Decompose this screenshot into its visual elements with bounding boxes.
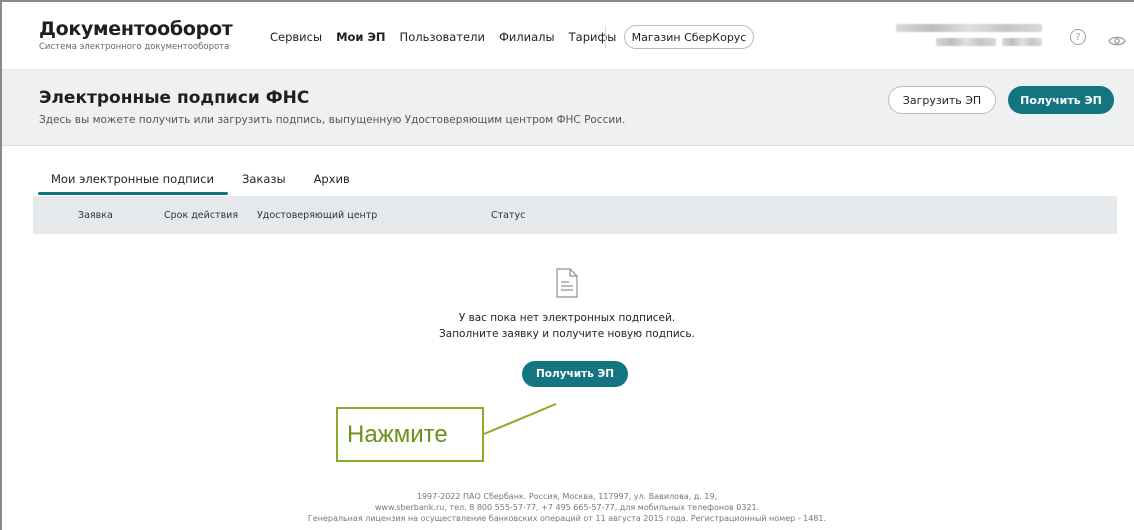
footer: 1997-2022 ПАО Сбербанк. Россия, Москва, … bbox=[0, 491, 1134, 524]
tabs: Мои электронные подписи Заказы Архив bbox=[38, 172, 364, 195]
empty-state-message: У вас пока нет электронных подписей. bbox=[458, 312, 676, 324]
logo-subtitle: Система электронного документооборота bbox=[39, 42, 230, 52]
logo[interactable]: Документооборот Система электронного док… bbox=[39, 18, 233, 52]
column-header-status[interactable]: Статус bbox=[491, 210, 525, 221]
footer-line-address: 1997-2022 ПАО Сбербанк. Россия, Москва, … bbox=[416, 492, 718, 501]
get-signature-button[interactable]: Получить ЭП bbox=[1008, 86, 1114, 114]
table-header: Заявка Срок действия Удостоверяющий цент… bbox=[33, 196, 1117, 234]
nav-item-branches[interactable]: Филиалы bbox=[499, 30, 555, 44]
nav-item-tariffs[interactable]: Тарифы bbox=[569, 30, 617, 44]
tab-orders[interactable]: Заказы bbox=[228, 172, 300, 195]
nav-item-users[interactable]: Пользователи bbox=[400, 30, 485, 44]
annotation-callout: Нажмите bbox=[336, 407, 484, 462]
empty-state-hint: Заполните заявку и получите новую подпис… bbox=[439, 328, 695, 340]
tab-my-signatures[interactable]: Мои электронные подписи bbox=[38, 172, 228, 195]
logo-title: Документооборот bbox=[39, 18, 233, 40]
shop-button[interactable]: Магазин СберКорус bbox=[624, 25, 754, 49]
page-title-band: Электронные подписи ФНС Здесь вы можете … bbox=[2, 70, 1134, 146]
nav-divider bbox=[605, 26, 606, 48]
page-title: Электронные подписи ФНС bbox=[39, 88, 310, 108]
footer-line-contacts[interactable]: www.sberbank.ru, тел. 8 800 555-57-77, +… bbox=[0, 502, 1134, 513]
column-header-validity[interactable]: Срок действия bbox=[164, 210, 238, 221]
page-subtitle: Здесь вы можете получить или загрузить п… bbox=[39, 114, 626, 126]
get-signature-empty-button[interactable]: Получить ЭП bbox=[522, 361, 628, 387]
footer-line-license: Генеральная лицензия на осуществление ба… bbox=[307, 514, 827, 523]
tab-archive[interactable]: Архив bbox=[300, 172, 364, 195]
column-header-request[interactable]: Заявка bbox=[78, 210, 113, 221]
column-header-ca[interactable]: Удостоверяющий центр bbox=[257, 210, 377, 221]
question-circle-icon[interactable]: ? bbox=[1070, 29, 1086, 45]
document-icon bbox=[556, 268, 578, 302]
user-info-blurred[interactable] bbox=[896, 24, 1042, 52]
nav-item-my-signatures[interactable]: Мои ЭП bbox=[336, 30, 385, 44]
upload-signature-button[interactable]: Загрузить ЭП bbox=[888, 86, 996, 114]
nav-item-services[interactable]: Сервисы bbox=[270, 30, 322, 44]
main-nav: Сервисы Мои ЭП Пользователи Филиалы Тари… bbox=[270, 30, 616, 44]
eye-icon[interactable] bbox=[1108, 32, 1126, 51]
